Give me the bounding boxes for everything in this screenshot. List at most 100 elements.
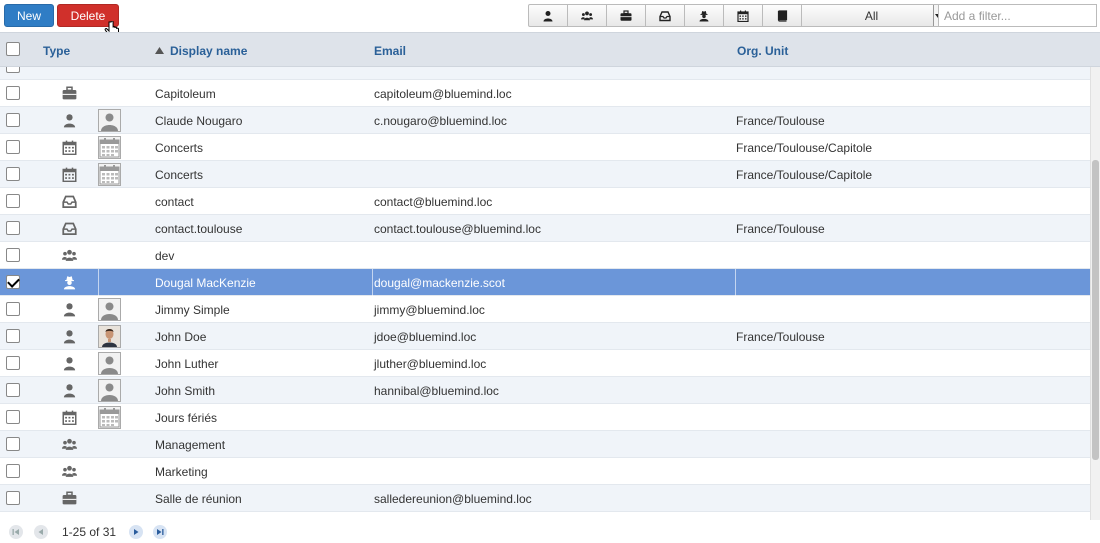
user-icon bbox=[62, 302, 77, 317]
row-checkbox[interactable] bbox=[6, 275, 20, 289]
avatar bbox=[98, 379, 121, 402]
select-all-checkbox[interactable] bbox=[6, 42, 20, 56]
type-select[interactable]: All bbox=[802, 5, 941, 26]
column-header-email-label: Email bbox=[374, 43, 407, 58]
table-row[interactable]: John Smith hannibal@bluemind.loc bbox=[0, 377, 1090, 404]
row-checkbox[interactable] bbox=[6, 383, 20, 397]
row-checkbox[interactable] bbox=[6, 329, 20, 343]
user-icon bbox=[62, 113, 77, 128]
row-checkbox[interactable] bbox=[6, 221, 20, 235]
table-row[interactable]: Claude Nougaro c.nougaro@bluemind.loc Fran… bbox=[0, 107, 1090, 134]
table-row[interactable]: Salle de réunion salledereunion@bluemind.… bbox=[0, 485, 1090, 512]
row-checkbox[interactable] bbox=[6, 356, 20, 370]
group-icon bbox=[62, 248, 77, 263]
cell-display-name: contact bbox=[155, 194, 194, 209]
row-checkbox[interactable] bbox=[6, 194, 20, 208]
filter-input[interactable] bbox=[938, 4, 1097, 27]
previous-page-icon bbox=[38, 528, 43, 535]
cell-email: salledereunion@bluemind.loc bbox=[374, 491, 532, 506]
table-row[interactable]: Marketing bbox=[0, 458, 1090, 485]
scrollbar-thumb[interactable] bbox=[1092, 160, 1099, 460]
first-page-button[interactable] bbox=[9, 524, 23, 539]
row-checkbox[interactable] bbox=[6, 464, 20, 478]
user-icon bbox=[62, 356, 77, 371]
cell-display-name: Marketing bbox=[155, 464, 208, 479]
cell-email: jdoe@bluemind.loc bbox=[374, 329, 477, 344]
toolbar: New Delete All bbox=[0, 0, 1100, 38]
table-row[interactable]: Management bbox=[0, 431, 1090, 458]
column-separator bbox=[98, 269, 99, 296]
grid-header: Type Display name Email Org. Unit bbox=[0, 32, 1100, 67]
row-checkbox[interactable] bbox=[6, 437, 20, 451]
row-checkbox[interactable] bbox=[6, 67, 20, 73]
cell-email: contact@bluemind.loc bbox=[374, 194, 493, 209]
calendar-icon bbox=[62, 410, 77, 426]
cell-display-name: Management bbox=[155, 437, 226, 452]
row-checkbox[interactable] bbox=[6, 86, 20, 100]
row-checkbox[interactable] bbox=[6, 167, 20, 181]
filter-group-button[interactable] bbox=[568, 5, 607, 26]
next-page-button[interactable] bbox=[129, 524, 143, 539]
last-page-icon bbox=[157, 528, 164, 535]
type-select-value: All bbox=[864, 8, 879, 23]
pager: 1-25 of 31 bbox=[0, 520, 1100, 543]
previous-page-button[interactable] bbox=[34, 524, 48, 539]
filter-mailshare-button[interactable] bbox=[646, 5, 685, 26]
cell-org-unit: France/Toulouse/Capitole bbox=[736, 140, 873, 155]
filter-addressbook-button[interactable] bbox=[763, 5, 802, 26]
cell-display-name: Jours fériés bbox=[155, 410, 218, 425]
cell-display-name: dev bbox=[155, 248, 175, 263]
column-separator bbox=[372, 269, 373, 296]
table-row-partial-top[interactable] bbox=[0, 67, 1090, 80]
cell-display-name: Claude Nougaro bbox=[155, 113, 243, 128]
vertical-scrollbar[interactable] bbox=[1090, 67, 1100, 520]
type-filter-bar: All bbox=[528, 4, 942, 27]
column-header-org-unit[interactable]: Org. Unit bbox=[737, 33, 788, 68]
cell-display-name: Salle de réunion bbox=[155, 491, 242, 506]
column-header-type[interactable]: Type bbox=[43, 33, 70, 68]
row-checkbox[interactable] bbox=[6, 302, 20, 316]
row-checkbox[interactable] bbox=[6, 491, 20, 505]
row-checkbox[interactable] bbox=[6, 410, 20, 424]
column-header-display-name[interactable]: Display name bbox=[155, 33, 247, 68]
user-secret-icon bbox=[62, 275, 77, 290]
filter-external-user-button[interactable] bbox=[685, 5, 724, 26]
row-checkbox[interactable] bbox=[6, 140, 20, 154]
table-row[interactable]: Capitoleum capitoleum@bluemind.loc bbox=[0, 80, 1090, 107]
calendar-icon bbox=[62, 167, 77, 183]
cell-display-name: Dougal MacKenzie bbox=[155, 275, 256, 290]
column-header-org-unit-label: Org. Unit bbox=[737, 43, 789, 58]
row-checkbox[interactable] bbox=[6, 113, 20, 127]
table-row[interactable]: Jimmy Simple jimmy@bluemind.loc bbox=[0, 296, 1090, 323]
row-checkbox[interactable] bbox=[6, 248, 20, 262]
filter-resource-button[interactable] bbox=[607, 5, 646, 26]
new-button[interactable]: New bbox=[4, 4, 54, 27]
table-row[interactable]: contact.toulouse contact.toulouse@bluemin… bbox=[0, 215, 1090, 242]
group-icon bbox=[62, 437, 77, 452]
cell-org-unit: France/Toulouse bbox=[736, 329, 825, 344]
column-header-email[interactable]: Email bbox=[374, 33, 406, 68]
directory-grid: Capitoleum capitoleum@bluemind.loc Claude … bbox=[0, 67, 1090, 520]
table-row[interactable]: Concerts France/Toulouse/Capitole bbox=[0, 134, 1090, 161]
table-row[interactable]: Dougal MacKenzie dougal@mackenzie.scot bbox=[0, 269, 1090, 296]
user-icon bbox=[543, 10, 553, 21]
last-page-button[interactable] bbox=[153, 524, 167, 539]
calendar-icon bbox=[62, 140, 77, 156]
cell-display-name: Jimmy Simple bbox=[155, 302, 230, 317]
user-secret-icon bbox=[699, 10, 709, 21]
table-row[interactable]: John Doe jdoe@bluemind.loc France/Toulouse bbox=[0, 323, 1090, 350]
filter-calendar-button[interactable] bbox=[724, 5, 763, 26]
table-row[interactable]: contact contact@bluemind.loc bbox=[0, 188, 1090, 215]
cell-email: c.nougaro@bluemind.loc bbox=[374, 113, 507, 128]
group-icon bbox=[581, 11, 593, 20]
cell-org-unit: France/Toulouse/Capitole bbox=[736, 167, 873, 182]
table-row[interactable]: Jours fériés bbox=[0, 404, 1090, 431]
first-page-icon bbox=[12, 528, 19, 535]
inbox-icon bbox=[62, 194, 77, 209]
calendar-thumbnail bbox=[98, 163, 121, 186]
table-row[interactable]: Concerts France/Toulouse/Capitole bbox=[0, 161, 1090, 188]
table-row[interactable]: John Luther jluther@bluemind.loc bbox=[0, 350, 1090, 377]
table-row[interactable]: dev bbox=[0, 242, 1090, 269]
inbox-icon bbox=[659, 10, 671, 21]
filter-user-button[interactable] bbox=[529, 5, 568, 26]
